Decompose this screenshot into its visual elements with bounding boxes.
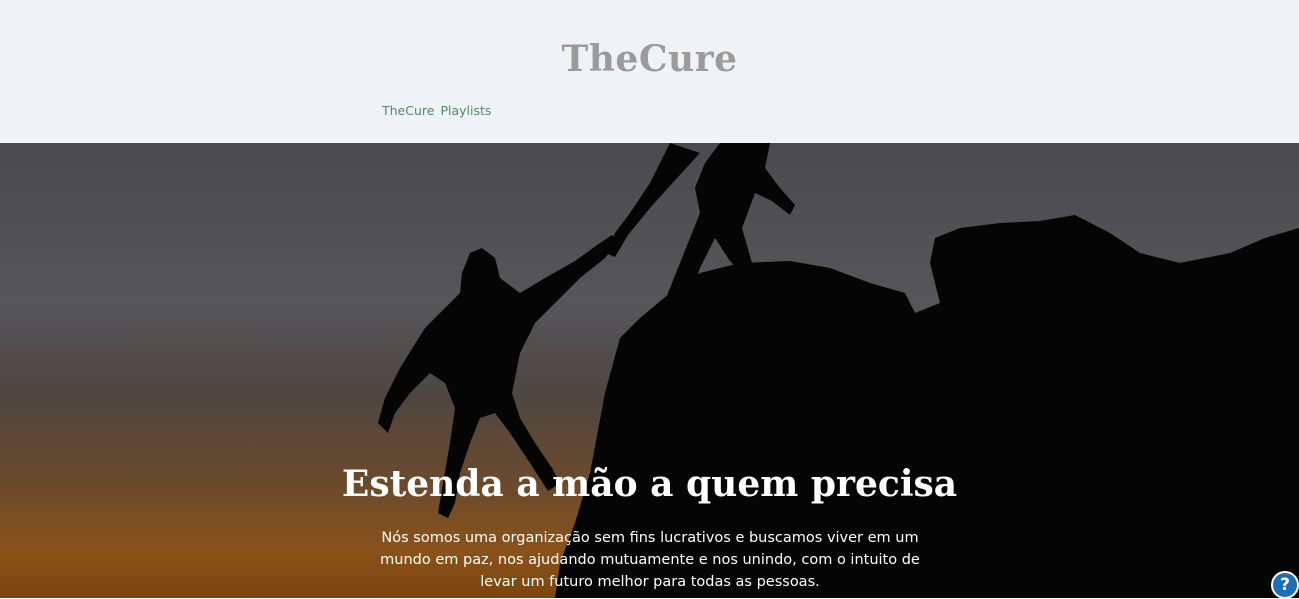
nav-item-thecure[interactable]: TheCure	[382, 103, 434, 118]
hero-description: Nós somos uma organização sem fins lucra…	[380, 530, 920, 590]
nav-item-playlists[interactable]: Playlists	[440, 103, 491, 118]
help-icon: ?	[1280, 575, 1290, 595]
hero-title: Estenda a mão a quem precisa	[341, 463, 958, 505]
help-button[interactable]: ?	[1271, 571, 1299, 599]
site-title: TheCure	[561, 38, 738, 80]
site-header: TheCure TheCure Playlists	[0, 0, 1299, 143]
main-nav: TheCure Playlists	[382, 103, 491, 118]
hero-banner: Estenda a mão a quem precisa Nós somos u…	[0, 143, 1299, 598]
